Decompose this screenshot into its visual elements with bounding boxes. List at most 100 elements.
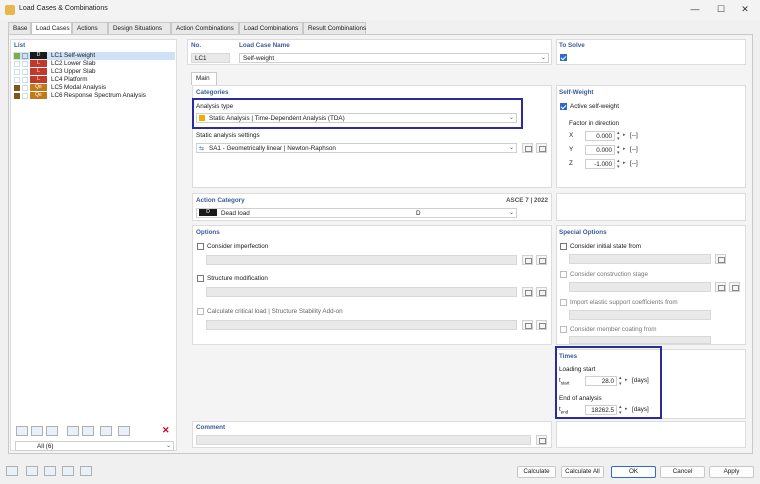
units-icon[interactable] [26,466,38,476]
action-category-header: Action Category [196,197,245,204]
options-panel: Options Consider imperfection Structure … [192,225,552,345]
tab-result-combinations[interactable]: Result Combinations [303,22,366,34]
member-coating-label: Consider member coating from [570,326,657,333]
static-settings-select[interactable]: ⇆ SA1 - Geometrically linear | Newton-Ra… [196,143,517,153]
construction-stage-checkbox[interactable] [560,271,567,278]
categories-header: Categories [196,89,229,96]
list-item[interactable]: L LC3 Upper Slab [13,68,183,76]
export-icon[interactable] [46,426,58,436]
times-highlight [555,346,662,419]
chevron-down-icon: ⌄ [508,210,514,216]
load-case-name-input[interactable]: Self-weight ⌄ [239,53,549,63]
initial-state-checkbox[interactable] [560,243,567,250]
comment-panel: Comment [192,421,552,448]
color-swatch [22,53,28,59]
list-item-id: LC5 [51,84,63,91]
factor-z-unit: [--] [630,160,638,167]
to-solve-checkbox[interactable] [560,54,567,61]
copy-icon[interactable] [31,426,43,436]
help-icon[interactable] [6,466,18,476]
factor-z-spinner[interactable]: ▴ ▾ [617,158,620,170]
close-icon[interactable]: ✕ [734,2,756,16]
construction-stage-select [569,282,711,292]
cancel-button[interactable]: Cancel [660,466,705,478]
list-item[interactable]: L LC4 Platform [13,76,183,84]
factor-x-input[interactable]: 0.000 [585,131,615,141]
action-category-value: D [416,210,421,217]
special-options-header: Special Options [559,229,607,236]
color-swatch [22,77,28,83]
tab-design-situations[interactable]: Design Situations [108,22,171,34]
action-category-select[interactable]: D Dead load D ⌄ [196,208,517,218]
factor-z-label: Z [569,160,573,167]
load-case-name-label: Load Case Name [239,42,290,49]
category-badge: D [199,209,217,216]
list-item-name: Upper Slab [64,68,96,75]
member-coating-select [569,336,711,344]
factor-y-input[interactable]: 0.000 [585,145,615,155]
list-header: List [14,42,26,49]
ok-button[interactable]: OK [611,466,656,478]
critical-load-checkbox[interactable] [197,308,204,315]
minimize-icon[interactable]: — [684,2,706,16]
tab-base[interactable]: Base [8,22,31,34]
list-item[interactable]: L LC2 Lower Slab [13,60,183,68]
tab-main[interactable]: Main [191,72,217,85]
modification-checkbox[interactable] [197,275,204,282]
modification-label: Structure modification [207,275,268,282]
active-self-weight-label: Active self-weight [570,103,619,110]
self-weight-header: Self-Weight [559,89,594,96]
uncheck-all-icon[interactable] [82,426,94,436]
list-item[interactable]: Qe LC6 Response Spectrum Analysis [13,92,183,100]
display-icon[interactable] [44,466,56,476]
action-category-code: ASCE 7 | 2022 [505,197,548,204]
member-coating-checkbox[interactable] [560,326,567,333]
initial-state-select [569,254,711,264]
factor-z-arrow-icon[interactable]: ▸ [623,160,626,166]
new-icon[interactable] [16,426,28,436]
list-item-id: LC1 [51,52,63,59]
modification-select [206,287,517,297]
empty-panel [556,421,746,448]
edit-stage-icon [729,282,740,292]
list-item-name: Modal Analysis [64,84,106,91]
factor-x-arrow-icon[interactable]: ▸ [623,132,626,138]
check-all-icon[interactable] [67,426,79,436]
critical-load-label: Calculate critical load | Structure Stab… [207,308,343,315]
list-item-id: LC2 [51,60,63,67]
color-swatch [14,93,20,99]
factor-y-label: Y [569,146,574,153]
sort-icon[interactable] [118,426,130,436]
category-badge: Qe [30,84,47,91]
apply-button[interactable]: Apply [709,466,754,478]
list-item[interactable]: D LC1 Self-weight [13,52,175,60]
factor-y-spinner[interactable]: ▴ ▾ [617,144,620,156]
imperfection-checkbox[interactable] [197,243,204,250]
list-item[interactable]: Qe LC5 Modal Analysis [13,84,183,92]
elastic-support-checkbox[interactable] [560,299,567,306]
factor-y-arrow-icon[interactable]: ▸ [623,146,626,152]
active-self-weight-checkbox[interactable] [560,103,567,110]
color-swatch [14,77,20,83]
tab-load-combinations[interactable]: Load Combinations [239,22,303,34]
list-item-name: Platform [64,76,88,83]
factor-x-spinner[interactable]: ▴ ▾ [617,130,620,142]
critical-load-select [206,320,517,330]
calculate-button[interactable]: Calculate [517,466,556,478]
comment-icon[interactable] [536,435,547,445]
tab-action-combinations[interactable]: Action Combinations [171,22,239,34]
settings-icon[interactable] [80,466,92,476]
comment-input[interactable] [196,435,531,445]
comment-header: Comment [196,424,226,431]
maximize-icon[interactable]: ☐ [710,2,732,16]
edit-settings-icon[interactable] [536,143,547,153]
title-bar: Load Cases & Combinations — ☐ ✕ [0,0,760,20]
list-filter-select[interactable]: All (6) ⌄ [15,441,174,451]
factor-z-input[interactable]: -1.000 [585,159,615,169]
delete-icon[interactable]: ✕ [162,425,170,436]
new-settings-icon[interactable] [522,143,533,153]
filter-icon[interactable] [62,466,74,476]
renumber-icon[interactable] [100,426,112,436]
tab-actions[interactable]: Actions [72,22,108,34]
calculate-all-button[interactable]: Calculate All [561,466,604,478]
